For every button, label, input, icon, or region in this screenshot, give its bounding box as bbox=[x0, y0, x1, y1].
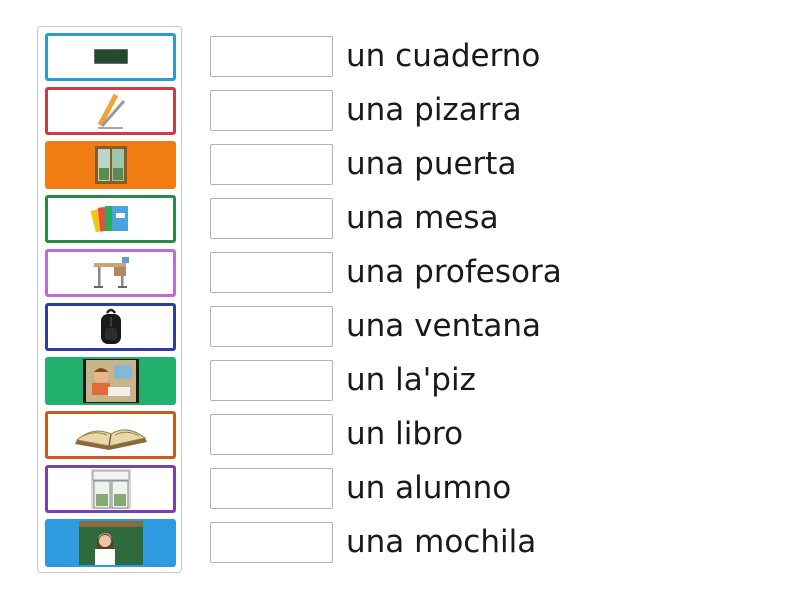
image-tile-7[interactable] bbox=[45, 357, 176, 405]
image-tile-10[interactable] bbox=[45, 519, 176, 567]
drop-zone-7[interactable] bbox=[210, 360, 333, 401]
drop-zone-10[interactable] bbox=[210, 522, 333, 563]
desk-icon bbox=[88, 254, 134, 292]
word-label-4: una mesa bbox=[346, 200, 499, 236]
image-tile-panel bbox=[37, 26, 182, 573]
drop-zone-3[interactable] bbox=[210, 144, 333, 185]
image-tile-2[interactable] bbox=[45, 87, 176, 135]
book-icon bbox=[69, 418, 153, 452]
word-label-5: una profesora bbox=[346, 254, 562, 290]
drop-zone-1[interactable] bbox=[210, 36, 333, 77]
drop-zone-6[interactable] bbox=[210, 306, 333, 347]
word-label-8: un libro bbox=[346, 416, 464, 452]
drop-zone-2[interactable] bbox=[210, 90, 333, 131]
drop-zone-9[interactable] bbox=[210, 468, 333, 509]
word-label-10: una mochila bbox=[346, 524, 537, 560]
drop-zone-4[interactable] bbox=[210, 198, 333, 239]
window-icon bbox=[93, 144, 129, 186]
blackboard-icon bbox=[93, 49, 128, 65]
word-label-1: un cuaderno bbox=[346, 38, 541, 74]
image-tile-9[interactable] bbox=[45, 465, 176, 513]
image-tile-5[interactable] bbox=[45, 249, 176, 297]
word-label-9: un alumno bbox=[346, 470, 512, 506]
door-icon bbox=[89, 468, 133, 510]
word-label-6: una ventana bbox=[346, 308, 542, 344]
teacher-icon bbox=[78, 521, 143, 565]
image-tile-3[interactable] bbox=[45, 141, 176, 189]
image-tile-4[interactable] bbox=[45, 195, 176, 243]
image-tile-1[interactable] bbox=[45, 33, 176, 81]
image-tile-6[interactable] bbox=[45, 303, 176, 351]
backpack-icon bbox=[98, 307, 124, 347]
word-label-2: una pizarra bbox=[346, 92, 522, 128]
drop-zone-8[interactable] bbox=[210, 414, 333, 455]
pencil-icon bbox=[94, 92, 128, 130]
word-label-7: un la'piz bbox=[346, 362, 476, 398]
word-label-3: una puerta bbox=[346, 146, 517, 182]
image-tile-8[interactable] bbox=[45, 411, 176, 459]
notebooks-icon bbox=[90, 201, 132, 237]
student-icon bbox=[82, 359, 139, 403]
drop-zone-5[interactable] bbox=[210, 252, 333, 293]
